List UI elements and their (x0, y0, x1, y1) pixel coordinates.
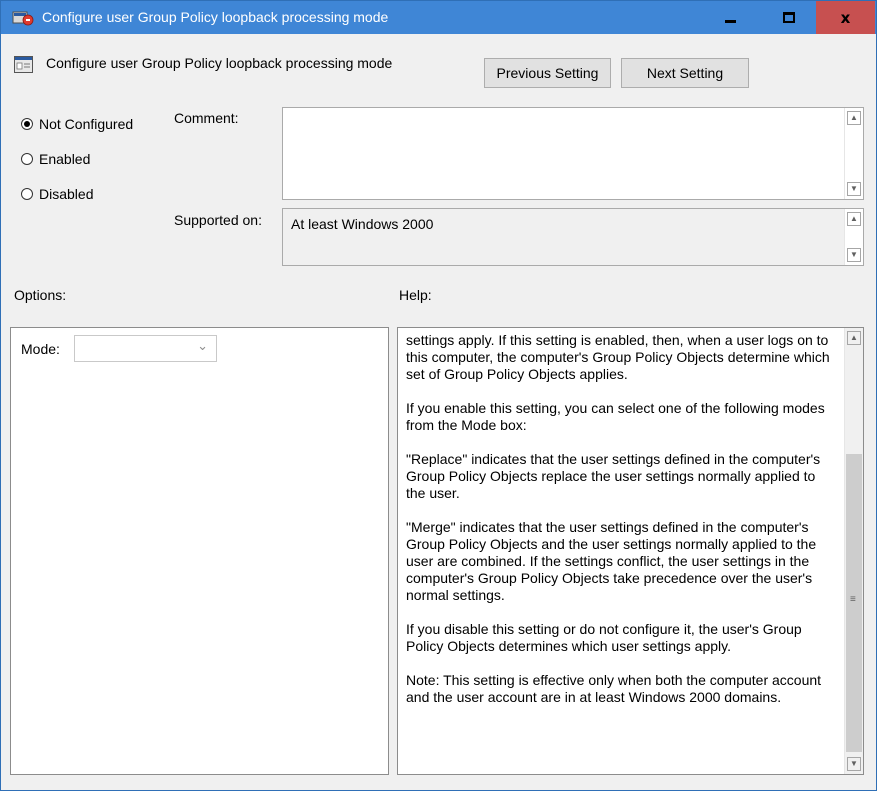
previous-setting-button[interactable]: Previous Setting (484, 58, 611, 88)
comment-textarea[interactable]: ▲ ▼ (282, 107, 864, 200)
supported-on-field: At least Windows 2000 ▲ ▼ (282, 208, 864, 266)
help-paragraph: If you disable this setting or do not co… (406, 621, 802, 654)
chevron-down-icon[interactable]: ▼ (847, 248, 861, 262)
radio-icon (21, 188, 33, 200)
minimize-button[interactable] (708, 1, 753, 34)
maximize-icon (782, 12, 795, 23)
policy-window-icon (12, 11, 34, 26)
options-label: Options: (14, 287, 67, 303)
setting-title: Configure user Group Policy loopback pro… (46, 55, 393, 71)
radio-icon (21, 153, 33, 165)
title-bar[interactable]: Configure user Group Policy loopback pro… (1, 1, 876, 34)
comment-label: Comment: (174, 110, 239, 126)
minimize-icon (725, 20, 736, 23)
mode-dropdown[interactable]: ⌄ (74, 335, 217, 362)
chevron-down-icon[interactable]: ▼ (847, 757, 861, 771)
mode-label: Mode: (21, 341, 60, 357)
help-paragraph: settings apply. If this setting is enabl… (406, 332, 830, 382)
help-paragraph: "Merge" indicates that the user settings… (406, 519, 817, 603)
chevron-down-icon: ⌄ (197, 339, 208, 354)
help-paragraph: "Replace" indicates that the user settin… (406, 451, 821, 501)
close-icon: x (840, 8, 851, 27)
radio-enabled[interactable]: Enabled (21, 151, 90, 167)
chevron-up-icon[interactable]: ▲ (847, 331, 861, 345)
chevron-up-icon[interactable]: ▲ (847, 212, 861, 226)
radio-disabled[interactable]: Disabled (21, 186, 93, 202)
policy-setting-icon (14, 56, 33, 73)
close-button[interactable]: x (816, 1, 875, 34)
help-panel[interactable]: settings apply. If this setting is enabl… (397, 327, 864, 775)
help-label: Help: (399, 287, 432, 303)
help-paragraph: If you enable this setting, you can sele… (406, 400, 825, 433)
radio-not-configured[interactable]: Not Configured (21, 116, 133, 132)
next-setting-button[interactable]: Next Setting (621, 58, 749, 88)
window-title: Configure user Group Policy loopback pro… (42, 9, 389, 25)
policy-dialog-window: Configure user Group Policy loopback pro… (0, 0, 877, 791)
scrollbar-thumb[interactable]: ≡ (846, 454, 862, 752)
radio-label: Enabled (39, 151, 91, 167)
supported-on-value: At least Windows 2000 (291, 216, 434, 232)
radio-label: Disabled (39, 186, 94, 202)
help-text: settings apply. If this setting is enabl… (406, 332, 838, 723)
supported-scrollbar[interactable]: ▲ ▼ (844, 209, 863, 265)
comment-scrollbar[interactable]: ▲ ▼ (844, 108, 863, 199)
help-scrollbar[interactable]: ▲ ≡ ▼ (844, 328, 863, 774)
options-panel: Mode: ⌄ (10, 327, 389, 775)
grip-icon: ≡ (850, 594, 856, 605)
maximize-button[interactable] (766, 1, 811, 34)
supported-on-label: Supported on: (174, 212, 262, 228)
radio-selected-icon (21, 118, 33, 130)
radio-label: Not Configured (39, 116, 134, 132)
chevron-down-icon[interactable]: ▼ (847, 182, 861, 196)
help-paragraph: Note: This setting is effective only whe… (406, 672, 822, 705)
chevron-up-icon[interactable]: ▲ (847, 111, 861, 125)
